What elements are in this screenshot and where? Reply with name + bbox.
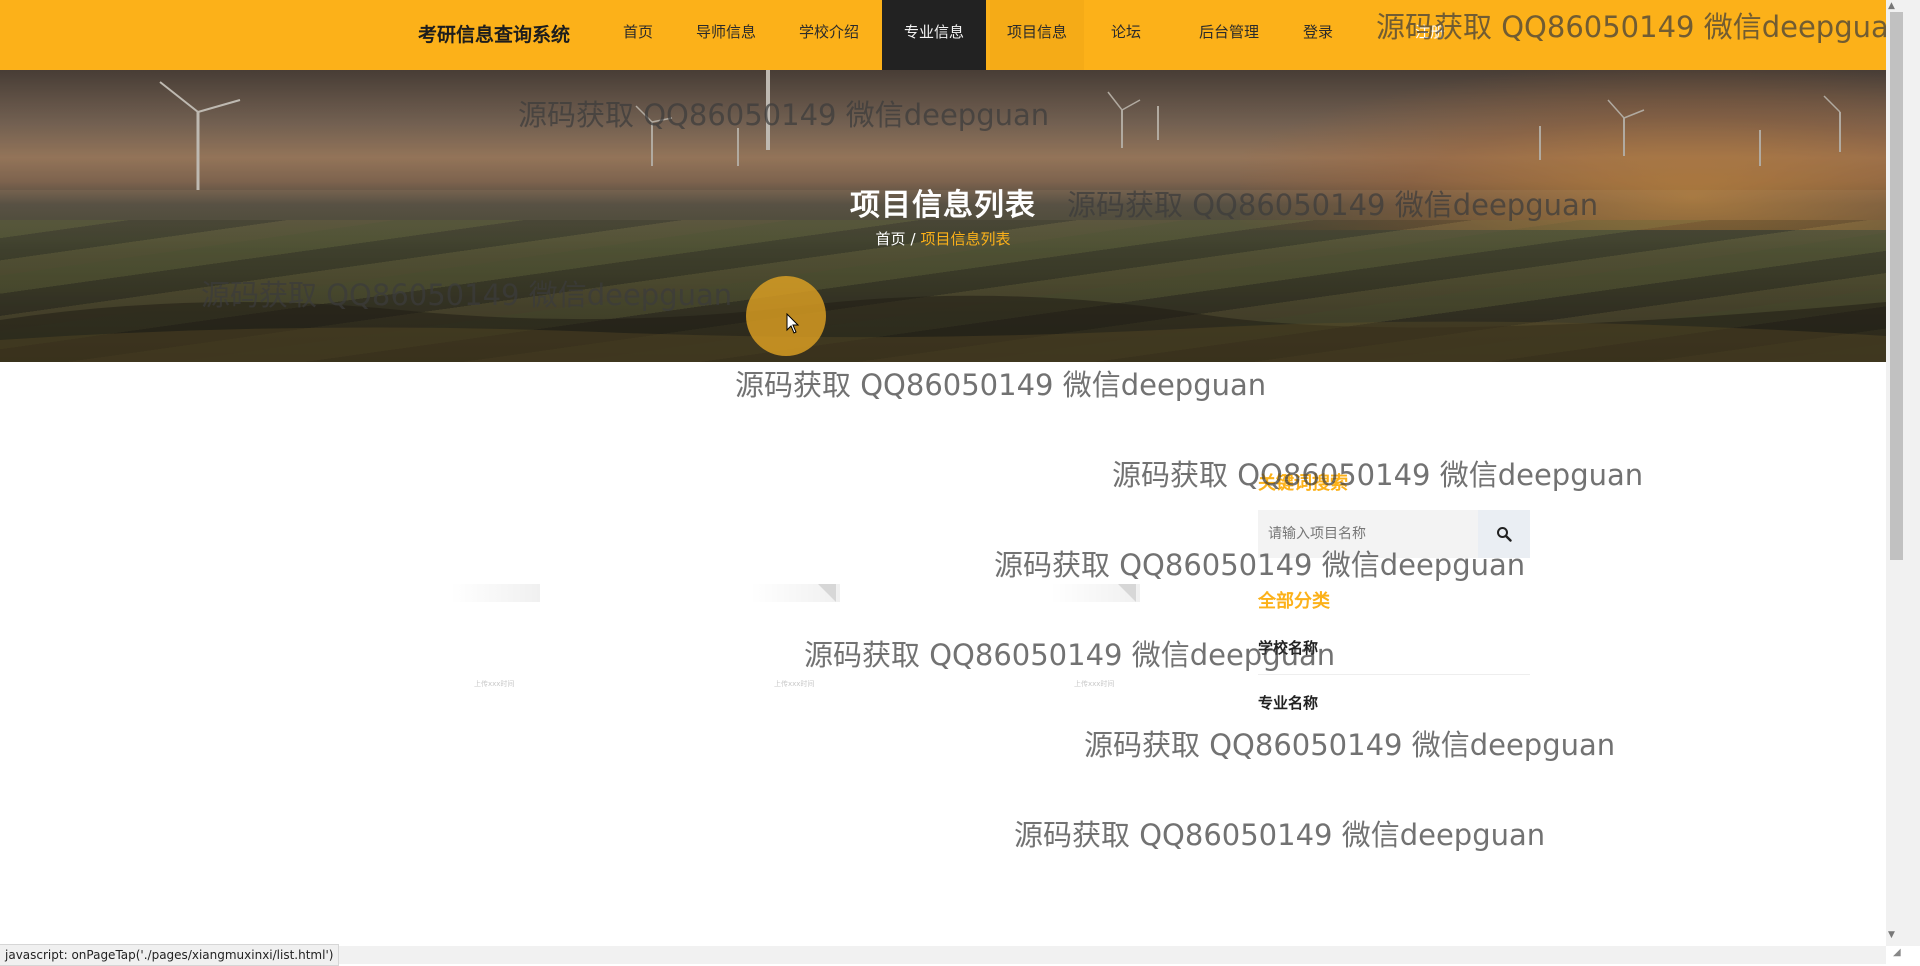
- project-card-image[interactable]: [450, 584, 540, 602]
- project-card-caption: 上传xxx时间: [774, 680, 815, 688]
- search-input[interactable]: [1258, 510, 1472, 558]
- nav-item-home[interactable]: 首页: [606, 0, 670, 70]
- project-card-caption: 上传xxx时间: [474, 680, 515, 688]
- site-brand[interactable]: 考研信息查询系统: [418, 20, 570, 47]
- category-item-school-name[interactable]: 学校名称: [1258, 637, 1318, 658]
- categories-heading: 全部分类: [1258, 591, 1330, 612]
- mouse-pointer-icon: [786, 313, 800, 334]
- watermark-text: 源码获取 QQ86050149 微信deepguan: [1112, 458, 1644, 492]
- page-title: 项目信息列表: [850, 188, 1036, 223]
- card-corner-tag: [818, 584, 836, 602]
- category-divider: [1258, 674, 1530, 675]
- card-corner-tag: [1118, 584, 1136, 602]
- category-item-major-name[interactable]: 专业名称: [1258, 692, 1318, 713]
- project-card-caption: 上传xxx时间: [1074, 680, 1115, 688]
- nav-item-login[interactable]: 登录: [1290, 0, 1346, 70]
- top-navbar: 考研信息查询系统 首页 导师信息 学校介绍 专业信息 项目信息 论坛 后台管理 …: [0, 0, 1886, 70]
- nav-item-major-info[interactable]: 专业信息: [882, 0, 986, 70]
- breadcrumb-separator: /: [910, 230, 916, 248]
- nav-item-school-intro[interactable]: 学校介绍: [786, 0, 872, 70]
- breadcrumb: 首页 / 项目信息列表: [0, 228, 1886, 249]
- nav-item-project-info[interactable]: 项目信息: [990, 0, 1084, 70]
- watermark-text: 源码获取 QQ86050149 微信deepguan: [1084, 728, 1616, 762]
- scroll-up-arrow-icon[interactable]: ▲: [1888, 1, 1895, 11]
- watermark-text: 源码获取 QQ86050149 微信deepguan: [735, 368, 1267, 402]
- breadcrumb-current: 项目信息列表: [920, 230, 1011, 248]
- watermark-text: 源码获取 QQ86050149 微信deepguan: [1014, 818, 1546, 852]
- search-button[interactable]: [1478, 510, 1530, 558]
- search-heading: 关键词搜索: [1258, 473, 1348, 494]
- resize-corner-icon: ◢: [1893, 947, 1901, 958]
- nav-item-admin[interactable]: 后台管理: [1186, 0, 1272, 70]
- scroll-down-arrow-icon[interactable]: ▼: [1888, 930, 1895, 940]
- search-icon: [1497, 527, 1512, 542]
- nav-item-tutor-info[interactable]: 导师信息: [684, 0, 768, 70]
- nav-item-forum[interactable]: 论坛: [1096, 0, 1156, 70]
- nav-item-register[interactable]: 注册: [1398, 0, 1462, 70]
- hero-banner: 项目信息列表 首页 / 项目信息列表: [0, 70, 1886, 362]
- watermark-text: 源码获取 QQ86050149 微信deepguan: [804, 638, 1336, 672]
- status-bar-link-preview: javascript: onPageTap('./pages/xiangmuxi…: [0, 944, 340, 966]
- breadcrumb-home[interactable]: 首页: [875, 230, 905, 248]
- scrollbar-thumb[interactable]: [1890, 12, 1903, 560]
